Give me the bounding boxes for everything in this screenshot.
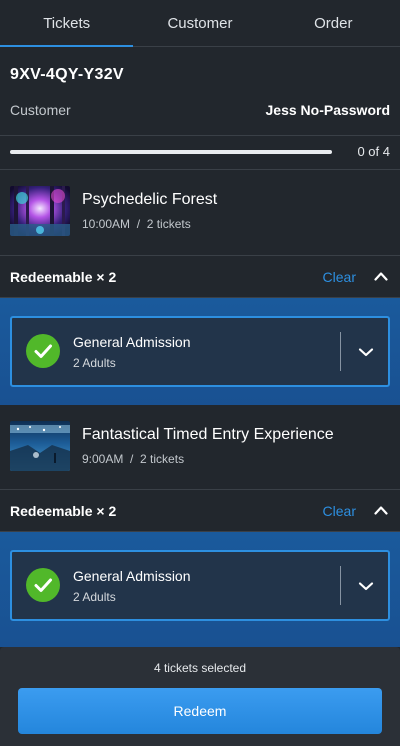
chevron-up-icon[interactable] [374,270,388,282]
check-circle-icon[interactable] [26,568,60,602]
clear-button[interactable]: Clear [323,503,356,519]
event-meta: 10:00AM / 2 tickets [82,217,191,231]
tab-bar: Tickets Customer Order [0,0,400,47]
event-meta: 9:00AM / 2 tickets [82,452,184,466]
order-code: 9XV-4QY-Y32V [10,66,124,83]
ticket-type-card[interactable]: General Admission 2 Adults [10,550,390,621]
event-ticket-count: 2 tickets [140,452,185,466]
redeemable-label: Redeemable × 2 [10,503,117,519]
ticket-type-card[interactable]: General Admission 2 Adults [10,316,390,387]
event-title: Psychedelic Forest [82,191,218,208]
ticket-selection-area: General Admission 2 Adults [0,298,400,405]
ticket-type-detail: 2 Adults [73,590,116,604]
tab-order-label: Order [314,14,353,32]
redeemable-header: Redeemable × 2 Clear [0,489,400,532]
event-item: Psychedelic Forest 10:00AM / 2 tickets [0,170,400,255]
meta-separator: / [130,452,134,466]
ticket-selection-area: General Admission 2 Adults [0,532,400,647]
event-time: 10:00AM [82,217,131,231]
event-thumbnail [10,186,70,236]
chevron-up-icon[interactable] [374,504,388,516]
event-thumbnail [10,421,70,471]
tab-tickets[interactable]: Tickets [0,0,134,47]
card-divider [340,566,341,605]
tab-tickets-label: Tickets [43,14,91,32]
check-circle-icon[interactable] [26,334,60,368]
redeem-footer: 4 tickets selected Redeem [0,647,400,746]
event-ticket-count: 2 tickets [146,217,191,231]
tab-order[interactable]: Order [267,0,400,46]
tab-customer-label: Customer [167,14,233,32]
redeem-button[interactable]: Redeem [18,688,382,734]
meta-separator: / [136,217,141,231]
ticket-type-title: General Admission [73,334,191,350]
progress-bar [10,150,332,154]
progress-count: 0 of 4 [357,144,390,159]
redeemable-label: Redeemable × 2 [10,269,117,285]
customer-row: Customer Jess No-Password [0,96,400,136]
customer-name: Jess No-Password [265,102,391,118]
customer-label: Customer [10,102,71,118]
ticket-type-detail: 2 Adults [73,356,116,370]
redeemable-header: Redeemable × 2 Clear [0,255,400,298]
event-title: Fantastical Timed Entry Experience [82,426,334,443]
selected-count: 4 tickets selected [153,661,247,675]
ticket-type-title: General Admission [73,568,191,584]
event-time: 9:00AM [82,452,124,466]
card-divider [340,332,341,371]
chevron-down-icon[interactable] [358,346,374,358]
tab-customer[interactable]: Customer [133,0,266,46]
redemption-progress: 0 of 4 [0,136,400,170]
event-item: Fantastical Timed Entry Experience 9:00A… [0,405,400,490]
clear-button[interactable]: Clear [323,269,356,285]
chevron-down-icon[interactable] [358,580,374,592]
